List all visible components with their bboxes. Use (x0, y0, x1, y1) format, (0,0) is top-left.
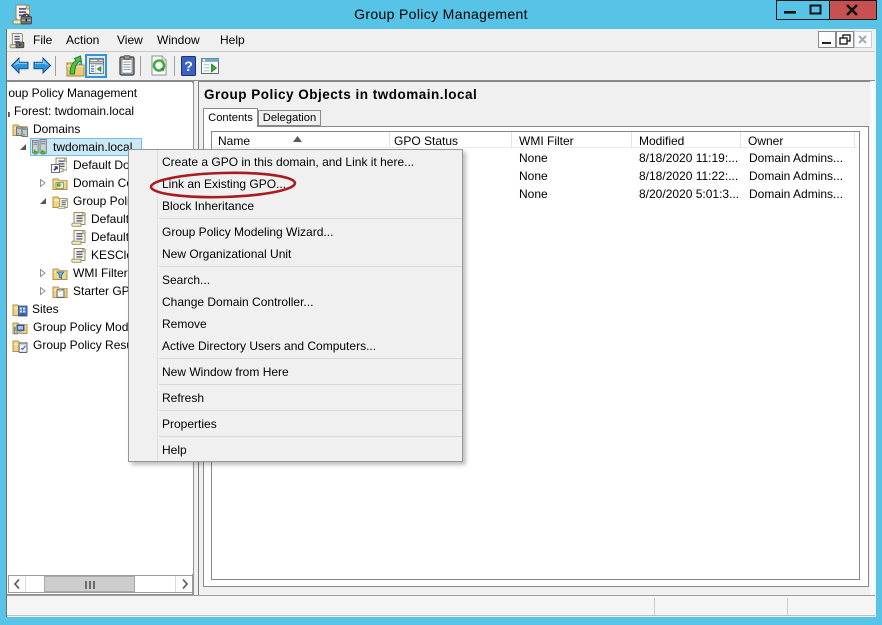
svg-text:?: ? (184, 58, 193, 74)
